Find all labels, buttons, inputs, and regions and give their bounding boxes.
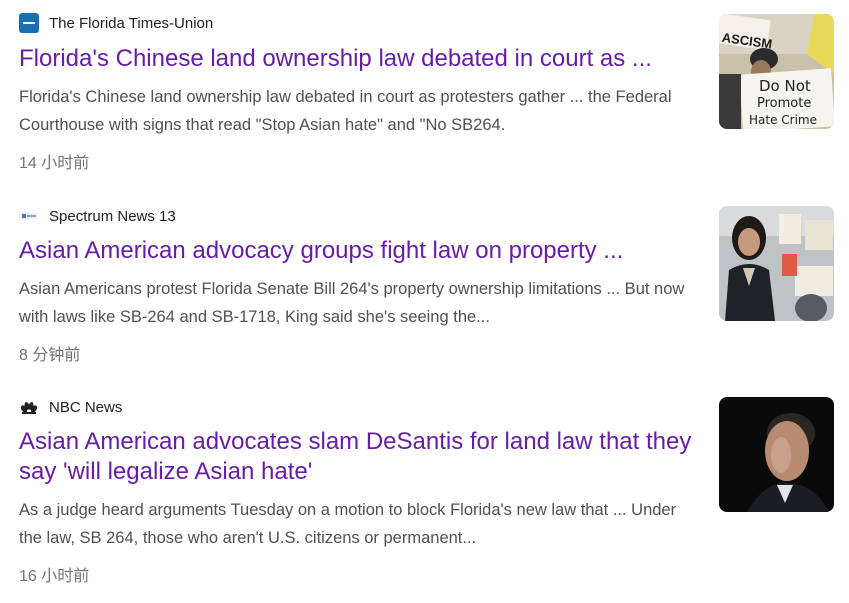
- news-source-name: The Florida Times-Union: [49, 14, 214, 32]
- news-source[interactable]: NBC News: [19, 397, 122, 417]
- spectrum-news-logo-icon: [19, 206, 39, 226]
- nbc-peacock-logo-icon: [19, 397, 39, 417]
- news-source[interactable]: Spectrum News 13: [19, 206, 176, 226]
- news-snippet: As a judge heard arguments Tuesday on a …: [19, 501, 677, 547]
- times-union-logo-icon: [19, 13, 39, 33]
- news-title-link[interactable]: Asian American advocates slam DeSantis f…: [19, 427, 699, 487]
- news-result-3: NBC News Asian American advocates slam D…: [0, 382, 849, 603]
- news-thumbnail[interactable]: [719, 397, 834, 512]
- news-title-link[interactable]: Asian American advocacy groups fight law…: [19, 236, 699, 266]
- news-source-name: NBC News: [49, 398, 123, 416]
- news-timestamp: 14 小时前: [19, 155, 90, 172]
- news-thumbnail[interactable]: ASCISM Do Not Promote Hate Crime: [719, 14, 834, 129]
- news-timestamp: 16 小时前: [19, 568, 90, 585]
- protest-sign-text: Hate Crime: [749, 113, 817, 127]
- news-snippet: Asian Americans protest Florida Senate B…: [19, 280, 685, 326]
- news-timestamp: 8 分钟前: [19, 347, 81, 364]
- news-source-name: Spectrum News 13: [49, 207, 176, 225]
- protest-sign-text: Do Not: [759, 77, 811, 95]
- protest-sign-text: Promote: [757, 96, 811, 111]
- news-result-2: Spectrum News 13 Asian American advocacy…: [0, 190, 849, 382]
- news-thumbnail[interactable]: [719, 206, 834, 321]
- news-snippet: Florida's Chinese land ownership law deb…: [19, 88, 672, 134]
- news-source[interactable]: The Florida Times-Union: [19, 13, 213, 33]
- news-title-link[interactable]: Florida's Chinese land ownership law deb…: [19, 44, 699, 74]
- news-result-1: The Florida Times-Union Florida's Chines…: [0, 0, 849, 190]
